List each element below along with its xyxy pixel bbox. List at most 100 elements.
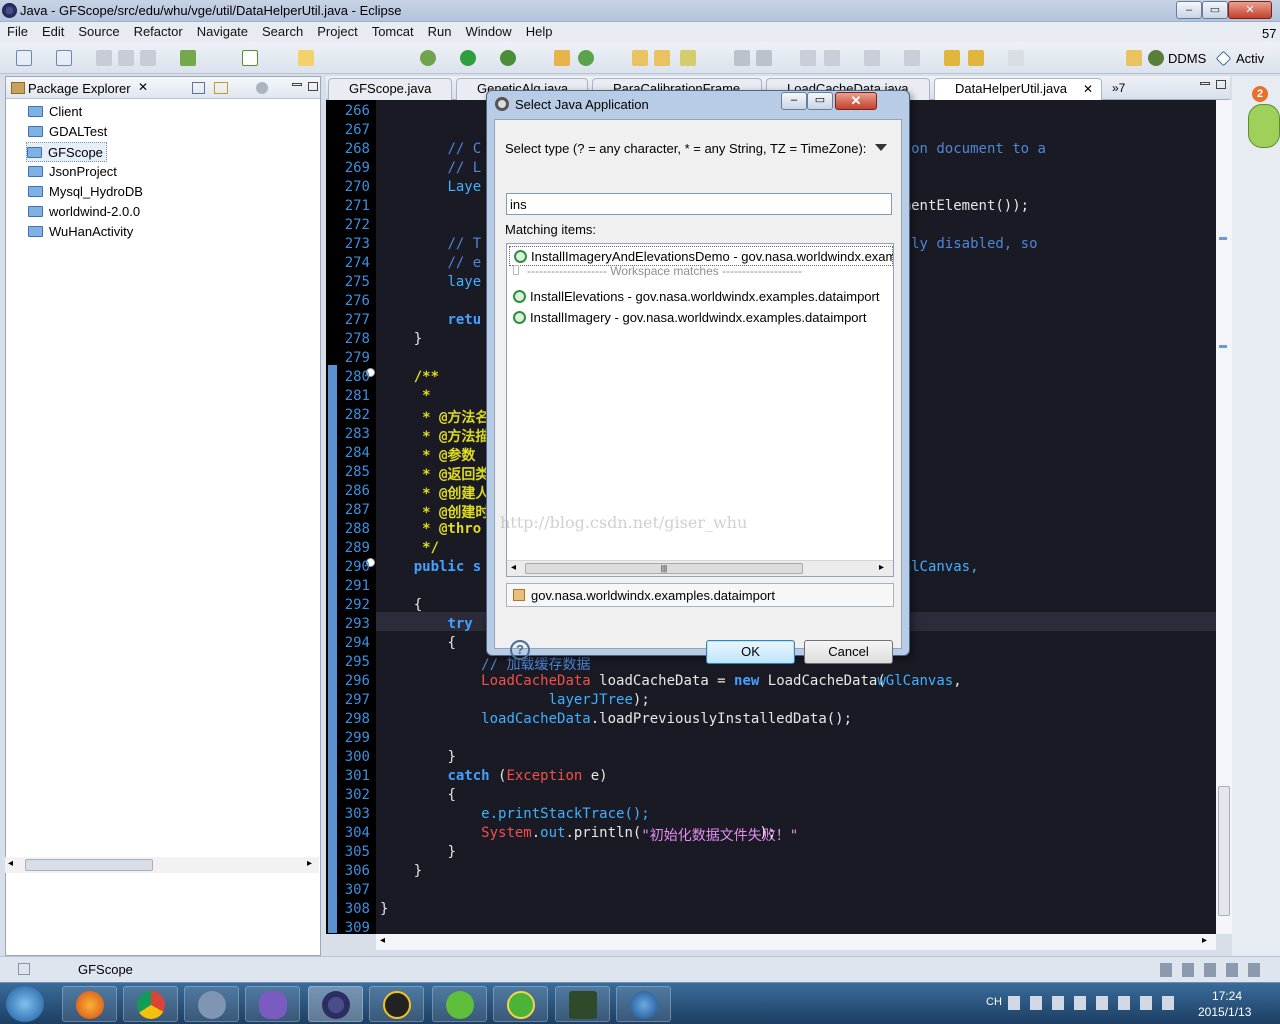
new-class-icon[interactable] — [554, 50, 570, 66]
project-jsonproject[interactable]: JsonProject — [28, 162, 117, 182]
taskbar-vs[interactable] — [245, 986, 300, 1022]
taskbar-settings[interactable] — [184, 986, 239, 1022]
dialog-minimize-button[interactable]: – — [781, 92, 807, 110]
project-worldwind[interactable]: worldwind-2.0.0 — [28, 202, 140, 222]
import-icon[interactable] — [180, 50, 196, 66]
menu-file[interactable]: File — [0, 22, 35, 39]
list-hscroll[interactable]: ◂ ||| ▸ — [507, 560, 893, 576]
activ-perspective[interactable]: Activ — [1236, 51, 1264, 66]
menu-edit[interactable]: Edit — [35, 22, 71, 39]
block-icon[interactable] — [800, 50, 816, 66]
forward-icon[interactable] — [1008, 50, 1024, 66]
start-button[interactable] — [6, 986, 44, 1022]
project-gdaltest[interactable]: GDALTest — [28, 122, 107, 142]
menu-help[interactable]: Help — [519, 22, 560, 39]
maximize-view-icon[interactable] — [308, 82, 318, 91]
type-filter-input[interactable] — [506, 193, 892, 215]
minimize-button[interactable]: – — [1176, 1, 1202, 19]
pin-icon[interactable] — [734, 50, 750, 66]
input-language[interactable]: CH — [986, 996, 1002, 1008]
taskbar-chrome[interactable] — [123, 986, 178, 1022]
collapse-all-icon[interactable] — [192, 82, 205, 94]
menu-source[interactable]: Source — [71, 22, 126, 39]
refresh-icon[interactable] — [578, 50, 594, 66]
menu-navigate[interactable]: Navigate — [190, 22, 255, 39]
menu-tomcat[interactable]: Tomcat — [365, 22, 421, 39]
last-edit-icon[interactable] — [944, 50, 960, 66]
block2-icon[interactable] — [824, 50, 840, 66]
open-type-icon[interactable] — [298, 50, 314, 66]
editor-maximize-icon[interactable] — [1216, 80, 1226, 89]
run-icon[interactable] — [460, 50, 476, 66]
scroll-right-icon[interactable]: ▸ — [1202, 935, 1207, 946]
close-view-icon[interactable]: ✕ — [138, 80, 148, 94]
next-annotation-icon[interactable] — [864, 50, 880, 66]
open-file-icon[interactable] — [654, 50, 670, 66]
taskbar-firefox[interactable] — [62, 986, 117, 1022]
taskbar-eclipse[interactable] — [308, 986, 363, 1022]
taskbar-360[interactable] — [493, 986, 548, 1022]
taskbar-clover[interactable] — [432, 986, 487, 1022]
scroll-right-icon[interactable]: ▸ — [879, 562, 884, 573]
save-icon[interactable] — [96, 50, 112, 66]
pen-icon[interactable] — [756, 50, 772, 66]
close-button[interactable]: ✕ — [1228, 1, 1272, 19]
scroll-thumb[interactable]: ||| — [525, 563, 803, 574]
menu-window[interactable]: Window — [458, 22, 518, 39]
notification-badge[interactable]: 2 — [1252, 86, 1268, 102]
project-mysql-hydrodb[interactable]: Mysql_HydroDB — [28, 182, 143, 202]
close-tab-icon[interactable]: ✕ — [1083, 79, 1093, 99]
clock-date[interactable]: 2015/1/13 — [1198, 1005, 1251, 1019]
menu-run[interactable]: Run — [421, 22, 459, 39]
cancel-button[interactable]: Cancel — [804, 640, 893, 664]
minimize-view-icon[interactable] — [292, 83, 302, 86]
vscroll-thumb[interactable] — [1218, 786, 1230, 916]
link-editor-icon[interactable] — [214, 82, 228, 94]
list-item[interactable]: InstallImagery - gov.nasa.worldwindx.exa… — [513, 308, 866, 328]
open-folder-icon[interactable] — [632, 50, 648, 66]
debug-icon[interactable] — [420, 50, 436, 66]
new-wizard-icon[interactable] — [56, 50, 72, 66]
taskbar-qq[interactable] — [369, 986, 424, 1022]
project-client[interactable]: Client — [28, 102, 82, 122]
scroll-right-icon[interactable]: ▸ — [307, 858, 312, 869]
clock-time[interactable]: 17:24 — [1212, 989, 1242, 1003]
editor-hscroll[interactable]: ◂ ▸ — [376, 934, 1216, 950]
print-icon[interactable] — [140, 50, 156, 66]
save-all-icon[interactable] — [118, 50, 134, 66]
more-tabs[interactable]: »7 — [1112, 81, 1125, 95]
menu-refactor[interactable]: Refactor — [127, 22, 190, 39]
select-type-menu-icon[interactable] — [875, 144, 887, 151]
menu-search[interactable]: Search — [255, 22, 310, 39]
taskbar-worldwind[interactable] — [616, 986, 671, 1022]
scroll-left-icon[interactable]: ◂ — [511, 562, 516, 573]
external-tools-icon[interactable] — [500, 50, 516, 66]
open-perspective-icon[interactable] — [1126, 50, 1142, 66]
dialog-close-button[interactable]: ✕ — [835, 92, 877, 110]
new-icon[interactable] — [16, 50, 32, 66]
dialog-maximize-button[interactable]: ▭ — [807, 92, 833, 110]
ddms-perspective[interactable]: DDMS — [1168, 51, 1206, 66]
help-icon[interactable]: ? — [510, 640, 530, 660]
menu-project[interactable]: Project — [310, 22, 364, 39]
project-wuhanactivity[interactable]: WuHanActivity — [28, 222, 133, 242]
ok-button[interactable]: OK — [706, 640, 795, 664]
view-menu-icon[interactable] — [256, 82, 268, 94]
scroll-left-icon[interactable]: ◂ — [8, 858, 13, 869]
brush-icon[interactable] — [680, 50, 696, 66]
tab-datahelperutil[interactable]: DataHelperUtil.java ✕ — [934, 78, 1102, 100]
maximize-button[interactable]: ▭ — [1202, 1, 1228, 19]
editor-minimize-icon[interactable] — [1200, 82, 1210, 85]
task-icon[interactable] — [242, 50, 258, 66]
package-explorer-hscroll[interactable]: ◂ ▸ — [5, 857, 319, 873]
taskbar-terminal[interactable] — [555, 986, 610, 1022]
back-icon[interactable] — [968, 50, 984, 66]
tab-gfscope[interactable]: GFScope.java — [328, 78, 452, 100]
project-gfscope[interactable]: GFScope — [26, 142, 107, 162]
scroll-thumb[interactable] — [25, 859, 153, 871]
prev-annotation-icon[interactable] — [904, 50, 920, 66]
list-item[interactable]: InstallElevations - gov.nasa.worldwindx.… — [513, 287, 879, 307]
list-item[interactable]: InstallImageryAndElevationsDemo - gov.na… — [509, 246, 893, 266]
tray-icons[interactable] — [1008, 996, 1184, 1010]
scroll-left-icon[interactable]: ◂ — [380, 935, 385, 946]
